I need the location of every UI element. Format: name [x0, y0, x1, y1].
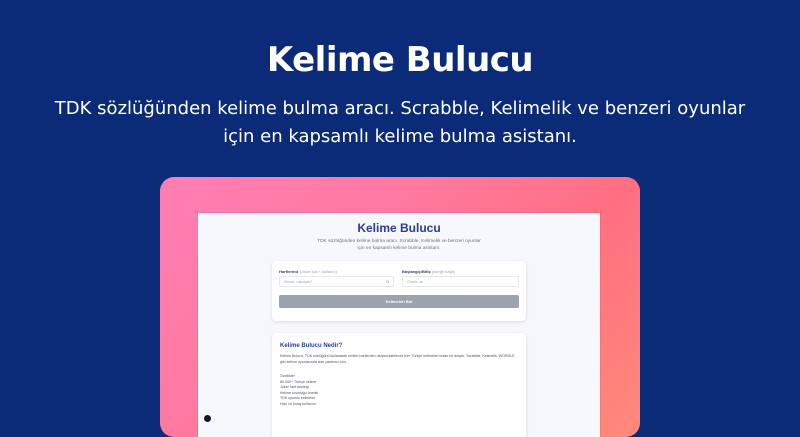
- letters-label-text: Harfleriniz: [279, 269, 299, 274]
- pattern-label-hint: (İsteğe bağlı): [431, 269, 456, 274]
- letters-placeholder: Örnek: mkoiyab*: [284, 280, 313, 284]
- preview-frame: Kelime Bulucu TDK sözlüğünden kelime bul…: [160, 177, 640, 437]
- info-text: Kelime Bulucu, TDK sözlüğünü kullanarak …: [280, 354, 515, 364]
- letters-label: Harfleriniz (Joker için * kullanın): [279, 269, 337, 274]
- app-subtitle: TDK sözlüğünden kelime bulma aracı. Scra…: [308, 238, 490, 252]
- pattern-input[interactable]: Örnek: ar: [402, 276, 519, 287]
- info-title: Kelime Bulucu Nedir?: [280, 343, 343, 349]
- app-subtitle-line-2: için en kapsamlı kelime bulma asistanı.: [357, 246, 441, 251]
- list-item: Hızlı ve kolay kullanım: [280, 401, 316, 406]
- app-screenshot: Kelime Bulucu TDK sözlüğünden kelime bul…: [198, 213, 600, 437]
- letters-label-hint: (Joker için * kullanın): [299, 269, 337, 274]
- page-subtitle-line-2: için en kapsamlı kelime bulma asistanı.: [223, 126, 577, 147]
- info-card: Kelime Bulucu Nedir? Kelime Bulucu, TDK …: [272, 333, 526, 437]
- search-icon: [386, 280, 390, 284]
- pattern-label-text: Başlangıç/Bitiş: [402, 269, 431, 274]
- chat-bubble-icon[interactable]: [204, 415, 211, 422]
- page-subtitle-line-1: TDK sözlüğünden kelime bulma aracı. Scra…: [54, 98, 746, 119]
- search-form-card: Harfleriniz (Joker için * kullanın) Örne…: [272, 261, 526, 321]
- page-title: Kelime Bulucu: [266, 40, 534, 80]
- page-subtitle: TDK sözlüğünden kelime bulma aracı. Scra…: [40, 95, 760, 151]
- features-list: Özellikler 80.000+ Türkçe kelime Joker h…: [280, 374, 318, 407]
- find-words-button[interactable]: Kelimeleri Bul: [279, 295, 519, 308]
- pattern-label: Başlangıç/Bitiş (İsteğe bağlı): [402, 269, 455, 274]
- pattern-placeholder: Örnek: ar: [407, 280, 423, 284]
- app-subtitle-line-1: TDK sözlüğünden kelime bulma aracı. Scra…: [317, 239, 481, 244]
- letters-input[interactable]: Örnek: mkoiyab*: [279, 276, 394, 287]
- list-item: TDK uyumlu kelimeler: [280, 396, 316, 400]
- app-title: Kelime Bulucu: [357, 221, 441, 235]
